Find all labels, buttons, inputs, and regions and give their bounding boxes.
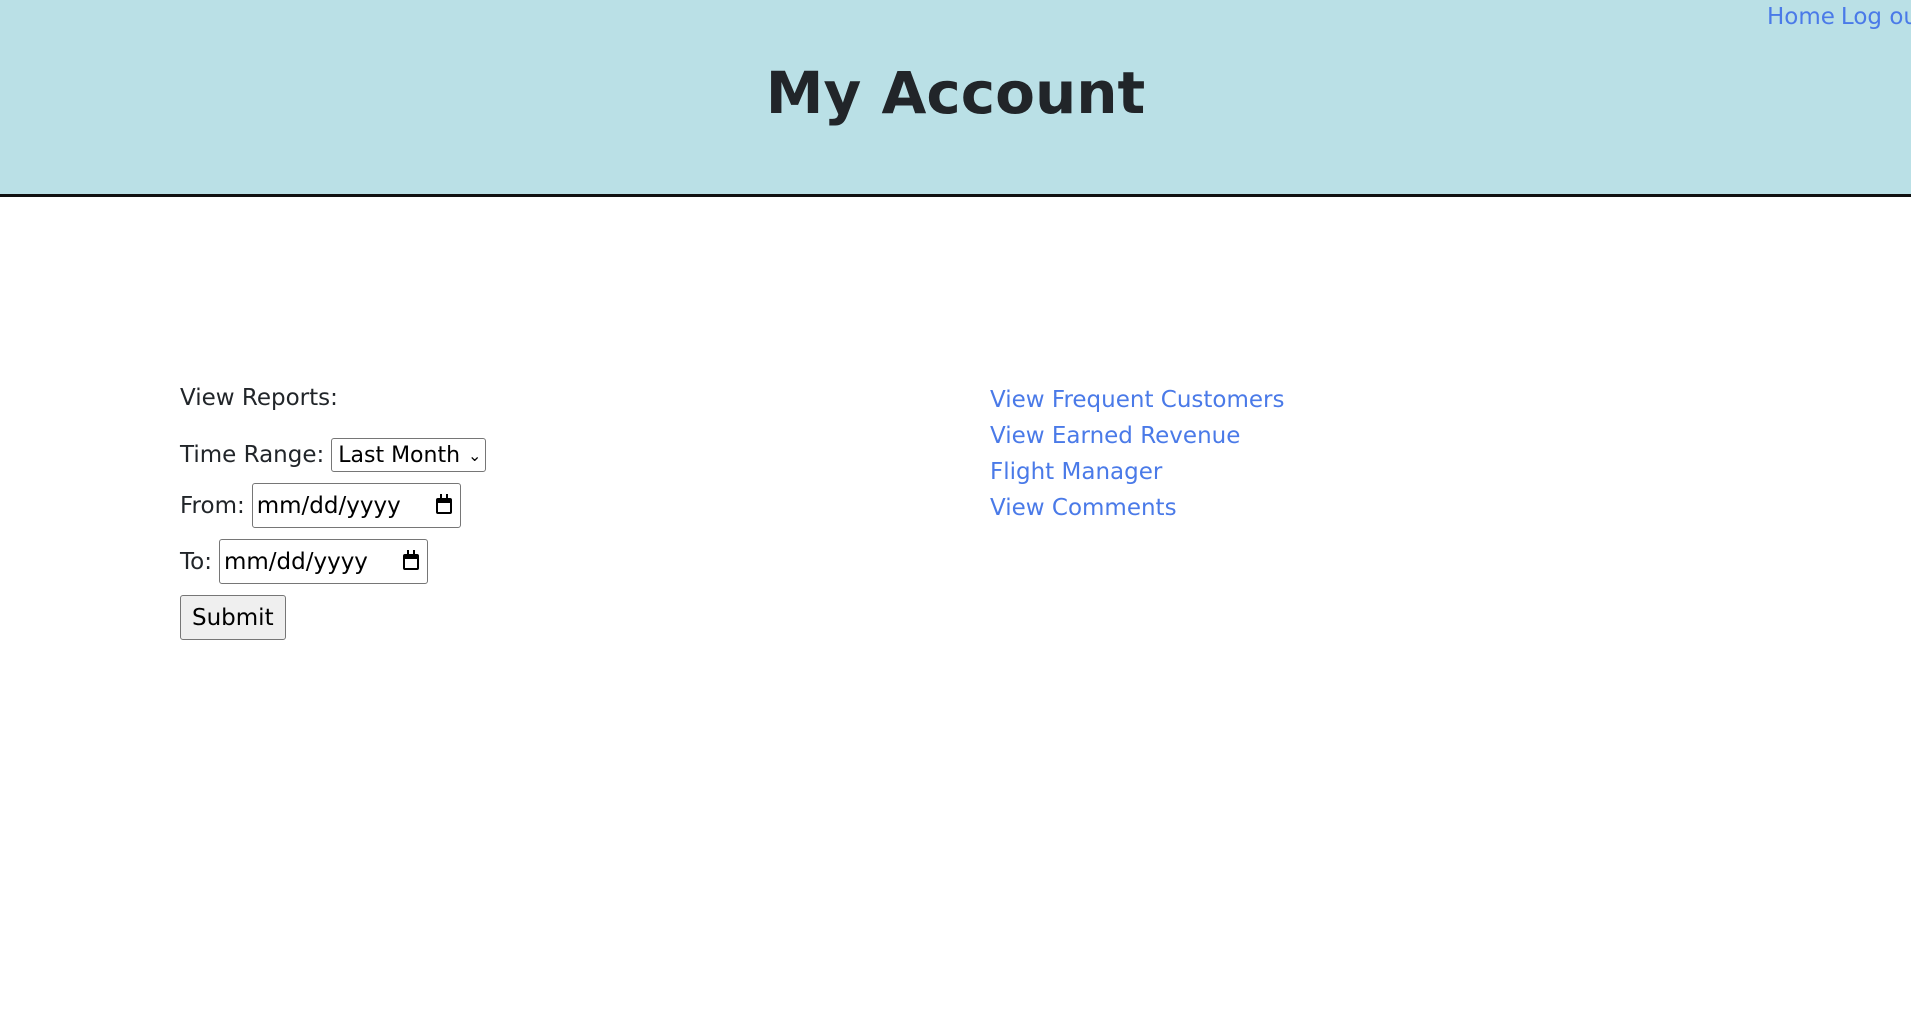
from-date-input[interactable]: mm/dd/yyyy [251,483,461,528]
view-comments-link[interactable]: View Comments [990,490,1285,526]
flight-manager-link[interactable]: Flight Manager [990,454,1285,490]
time-range-label: Time Range: [180,442,325,468]
to-label: To: [180,548,212,575]
account-links: View Frequent Customers View Earned Reve… [990,382,1285,526]
from-label: From: [180,492,245,519]
logout-link[interactable]: Log out [1841,4,1911,30]
page-title: My Account [765,59,1146,127]
to-date-row: To: mm/dd/yyyy [180,539,880,584]
view-reports-label: View Reports: [180,385,338,411]
submit-button[interactable]: Submit [180,595,286,640]
reports-panel: View Reports: Time Range: Last Month ⌄ F… [180,382,880,651]
view-earned-revenue-link[interactable]: View Earned Revenue [990,418,1285,454]
home-link[interactable]: Home [1767,4,1835,30]
top-nav: HomeLog out [1767,2,1911,32]
calendar-icon[interactable] [435,493,452,514]
to-date-input[interactable]: mm/dd/yyyy [218,539,428,584]
to-date-value: mm/dd/yyyy [223,548,368,575]
submit-row: Submit [180,595,880,640]
time-range-selected-value: Last Month [338,442,461,468]
time-range-row: Time Range: Last Month ⌄ [180,438,880,472]
calendar-icon[interactable] [402,549,419,570]
time-range-select[interactable]: Last Month ⌄ [331,438,487,472]
from-date-value: mm/dd/yyyy [256,492,401,519]
from-date-row: From: mm/dd/yyyy [180,483,880,528]
chevron-down-icon: ⌄ [468,445,482,465]
page-header: HomeLog out My Account [0,0,1911,197]
view-frequent-customers-link[interactable]: View Frequent Customers [990,382,1285,418]
